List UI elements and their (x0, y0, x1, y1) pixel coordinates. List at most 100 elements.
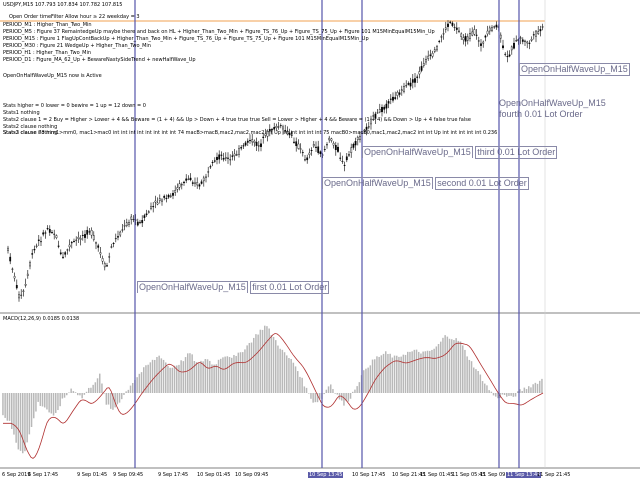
macd-histogram-bar (94, 382, 97, 393)
macd-histogram-bar (382, 353, 385, 393)
macd-histogram-bar (508, 393, 510, 396)
candle-body (180, 184, 183, 186)
candle-body (92, 235, 95, 240)
period-d1: PERIOD_D1 : Figure_MA_62_Up + BewareNast… (3, 57, 196, 63)
candle-body (462, 37, 465, 41)
candle-body (444, 27, 447, 30)
macd-histogram-bar (272, 336, 275, 393)
macd-histogram-bar (420, 353, 422, 393)
candle-body (431, 52, 434, 57)
candle-body (88, 231, 91, 233)
macd-histogram-bar (466, 356, 468, 393)
macd-histogram-bar (182, 361, 185, 393)
macd-histogram-bar (217, 359, 220, 393)
macd-histogram-bar (140, 372, 143, 393)
macd-histogram-bar (512, 393, 515, 397)
order-label-fifth[interactable]: OpenOnHalfWaveUp_M15 (519, 63, 630, 76)
macd-histogram-bar (198, 363, 200, 393)
macd-histogram-bar (48, 393, 50, 413)
candle-body (64, 252, 67, 255)
order-lot: third 0.01 Lot Order (475, 146, 558, 159)
macd-histogram-bar (68, 392, 70, 393)
candle-body (150, 206, 152, 209)
candle-body (132, 219, 135, 221)
order-label-first[interactable]: OpenOnHalfWaveUp_M15 first 0.01 Lot Orde… (137, 281, 330, 294)
macd-histogram-bar (105, 393, 108, 405)
candle-body (521, 39, 524, 42)
macd-histogram-bar (303, 386, 306, 393)
macd-histogram-bar (418, 351, 420, 393)
candle-body (154, 200, 157, 203)
candle-body (403, 85, 405, 92)
candle-body (185, 178, 188, 181)
macd-histogram-bar (63, 393, 66, 398)
candle-body (315, 146, 317, 148)
candle-body (257, 145, 260, 147)
candle-body (319, 151, 322, 155)
candle-body (77, 236, 80, 239)
macd-histogram-bar (363, 370, 365, 393)
macd-histogram-bar (510, 393, 512, 396)
macd-histogram-bar (204, 359, 207, 393)
order-label-fourth[interactable]: OpenOnHalfWaveUp_M15 fourth 0.01 Lot Ord… (499, 98, 606, 120)
candle-body (378, 109, 381, 113)
order-label-second[interactable]: OpenOnHalfWaveUp_M15 second 0.01 Lot Ord… (322, 177, 529, 190)
candle-body (62, 256, 64, 258)
candle-body (427, 55, 430, 59)
candle-body (231, 155, 234, 157)
macd-histogram-bar (195, 362, 198, 393)
candle-body (103, 263, 106, 268)
candle-body (519, 37, 522, 39)
candle-body (99, 252, 102, 255)
macd-histogram-bar (41, 393, 44, 407)
macd-histogram-bar (305, 387, 308, 393)
macd-histogram-bar (171, 367, 174, 393)
candle-body (244, 142, 247, 146)
candle-body (385, 103, 388, 109)
macd-histogram-bar (290, 359, 292, 393)
macd-histogram-bar (398, 356, 400, 393)
macd-histogram-bar (215, 364, 218, 393)
candle-body (233, 153, 236, 157)
candle-body (508, 54, 511, 57)
macd-histogram-bar (266, 326, 268, 393)
macd-histogram-bar (90, 387, 92, 393)
candle-body (165, 197, 168, 199)
candle-body (330, 138, 333, 141)
macd-histogram-bar (299, 376, 301, 393)
candle-body (66, 249, 69, 251)
candle-body (376, 112, 379, 114)
candle-body (11, 268, 14, 270)
order-label-third[interactable]: OpenOnHalfWaveUp_M15 third 0.01 Lot Orde… (362, 146, 558, 159)
macd-histogram-bar (314, 393, 317, 403)
candle-body (84, 234, 86, 238)
order-lot: second 0.01 Lot Order (435, 177, 529, 190)
candle-body (345, 156, 348, 161)
candle-body (301, 152, 304, 154)
macd-histogram-bar (28, 393, 31, 435)
candle-body (343, 164, 346, 166)
macd-histogram-bar (129, 385, 132, 393)
macd-histogram-bar (352, 391, 354, 393)
macd-histogram-bar (85, 391, 88, 393)
candle-body (440, 36, 443, 38)
macd-histogram-bar (19, 393, 22, 451)
macd-histogram-bar (26, 393, 28, 443)
macd-histogram-bar (503, 393, 506, 395)
macd-histogram-bar (534, 382, 537, 393)
candle-body (460, 33, 463, 37)
macd-histogram-bar (220, 358, 222, 393)
macd-histogram-bar (52, 393, 55, 416)
macd-histogram-bar (334, 393, 336, 394)
candle-body (42, 232, 45, 235)
macd-histogram-bar (517, 391, 519, 393)
candle-body (400, 89, 403, 91)
macd-histogram-bar (411, 351, 413, 393)
candle-body (455, 27, 458, 30)
macd-histogram-bar (107, 393, 110, 405)
order-name: OpenOnHalfWaveUp_M15 (362, 146, 473, 158)
period-m5: PERIOD_M5 : Figure 37 RemaintedgeUp mayb… (3, 29, 435, 35)
candle-body (530, 38, 533, 41)
candle-body (447, 23, 449, 27)
macd-histogram-bar (248, 342, 251, 393)
